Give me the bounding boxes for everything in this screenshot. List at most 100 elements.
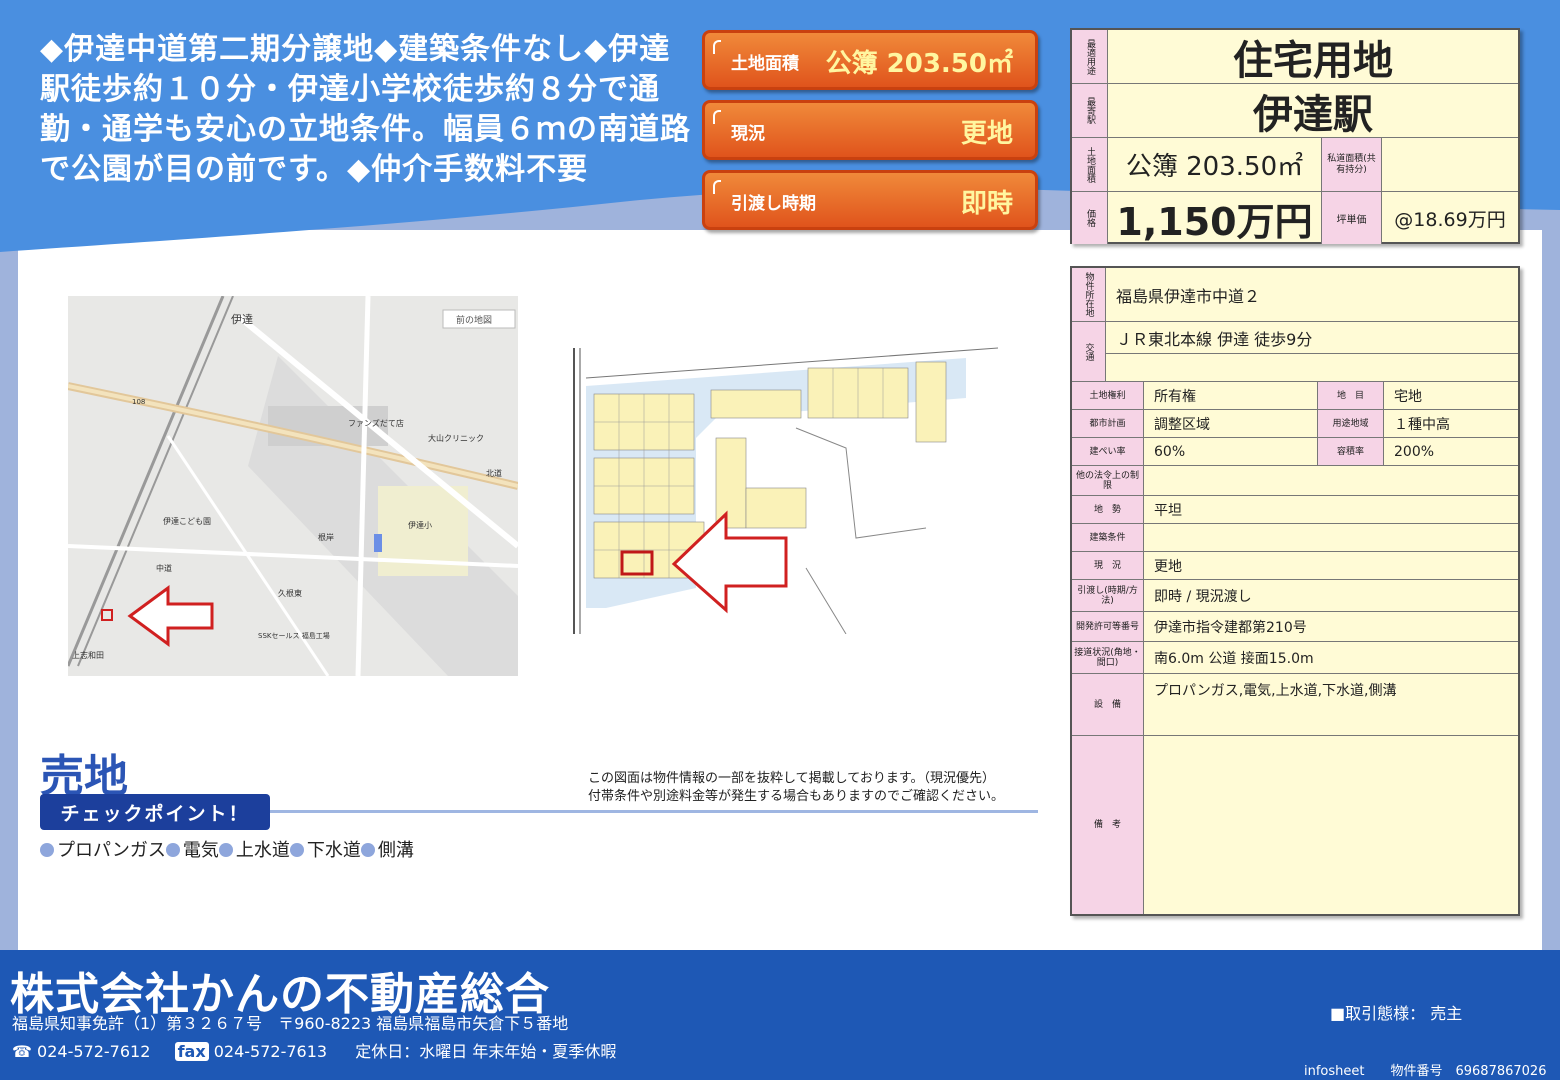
bullet-dot-icon: [360, 843, 375, 857]
city-plan-label: 都市計画: [1072, 410, 1144, 438]
transport-value: ＪＲ東北本線 伊達 徒歩9分: [1106, 322, 1518, 354]
subdivision-plan: [546, 338, 998, 634]
transport-label: 交通: [1072, 322, 1106, 382]
other-law-label: 他の法令上の制限: [1072, 466, 1144, 496]
status-value: 更地: [1144, 552, 1518, 580]
price-label: 価格: [1072, 192, 1108, 244]
permit-label: 開発許可等番号: [1072, 612, 1144, 642]
badge-label: 引渡し時期: [731, 194, 816, 214]
map-nursery-label: 伊達こども園: [163, 516, 211, 526]
check-item: 下水道: [289, 840, 361, 861]
status-label: 現 況: [1072, 552, 1144, 580]
badge-corner-mark: [713, 40, 721, 54]
zoning-value: １種中高: [1384, 410, 1518, 438]
phone-number: 024-572-7612: [37, 1042, 151, 1061]
area-map: 前の地図 伊達 ファンズだて店 大山クリニック 伊達小 伊達こども園 中道 久根…: [68, 296, 518, 676]
badge-corner-mark: [713, 180, 721, 194]
build-cond-value: [1144, 524, 1518, 552]
map-north-label: 北道: [486, 468, 502, 478]
map-clinic-label: 大山クリニック: [428, 433, 484, 443]
tsubo-label: 坪単価: [1322, 192, 1382, 244]
price-value: 1,150万円: [1108, 192, 1322, 244]
badge-land-area: 土地面積 公簿 203.50㎡: [702, 30, 1038, 90]
badge-value: 更地: [960, 119, 1013, 149]
map-store-label: ファンズだて店: [348, 418, 404, 428]
map-route-label: 108: [132, 398, 145, 406]
headline-text: ◆伊達中道第二期分譲地◆建築条件なし◆伊達駅徒歩約１０分・伊達小学校徒歩約８分で…: [40, 32, 691, 187]
holiday-info: 定休日：水曜日 年末年始・夏季休暇: [355, 1042, 617, 1061]
summary-table: 最適用途 住宅用地 最寄駅 伊達駅 土地面積 公簿 203.50㎡ 私道面積(共…: [1070, 28, 1520, 244]
map-area-label: 根岸: [318, 532, 334, 542]
handover-value: 即時 / 現況渡し: [1144, 580, 1518, 612]
details-table: 物件所在地 福島県伊達市中道２ 交通 ＪＲ東北本線 伊達 徒歩9分 土地権利 所…: [1070, 266, 1520, 916]
rights-label: 土地権利: [1072, 382, 1144, 410]
road-label: 接道状況(角地・間口): [1072, 642, 1144, 674]
location-label: 物件所在地: [1072, 268, 1106, 322]
bullet-dot-icon: [218, 843, 233, 857]
license-address: 福島県知事免許（1）第３２６７号 〒960-8223 福島県福島市矢倉下５番地: [12, 1014, 569, 1033]
station-label: 最寄駅: [1072, 84, 1108, 138]
station-value: 伊達駅: [1108, 84, 1518, 138]
facility-label: 設 備: [1072, 674, 1144, 736]
build-cond-label: 建築条件: [1072, 524, 1144, 552]
checkpoint-list: プロパンガス 電気 上水道 下水道 側溝: [40, 836, 414, 862]
zoning-label: 用途地域: [1318, 410, 1384, 438]
private-road-value: [1382, 138, 1518, 192]
check-item: 上水道: [218, 840, 290, 861]
area-label: 土地面積: [1072, 138, 1108, 192]
bcr-value: 60%: [1144, 438, 1318, 466]
bullet-dot-icon: [165, 843, 180, 857]
check-item: 電気: [165, 840, 219, 861]
location-value: 福島県伊達市中道２: [1106, 268, 1518, 322]
badge-label: 土地面積: [731, 54, 799, 74]
terrain-label: 地 勢: [1072, 496, 1144, 524]
disclaimer-note: この図面は物件情報の一部を抜粋して掲載しております。（現況優先） 付帯条件や別途…: [588, 770, 1004, 806]
check-item: 側溝: [360, 840, 414, 861]
phone-icon: ☎: [12, 1042, 32, 1061]
permit-value: 伊達市指令建都第210号: [1144, 612, 1518, 642]
transaction-type: ■取引態様： 売主: [1330, 1004, 1463, 1023]
badge-value: 公簿 203.50㎡: [825, 49, 1013, 79]
transport-extra: [1106, 354, 1518, 382]
road-value: 南6.0m 公道 接面15.0m: [1144, 642, 1518, 674]
city-plan-value: 調整区域: [1144, 410, 1318, 438]
fax-icon: fax: [174, 1042, 209, 1061]
map-area-label: 久根東: [278, 588, 302, 598]
map-school-label: 伊達小: [408, 520, 432, 530]
disclaimer-line: 付帯条件や別途料金等が発生する場合もありますのでご確認ください。: [588, 789, 1005, 804]
chimoku-value: 宅地: [1384, 382, 1518, 410]
far-value: 200%: [1384, 438, 1518, 466]
remarks-value: [1144, 736, 1518, 914]
map-area-label: 中道: [156, 563, 172, 573]
badge-label: 現況: [731, 124, 765, 144]
use-label: 最適用途: [1072, 30, 1108, 84]
chimoku-label: 地 目: [1318, 382, 1384, 410]
private-road-label: 私道面積(共有持分): [1322, 138, 1382, 192]
handover-label: 引渡し(時期/方法): [1072, 580, 1144, 612]
badge-corner-mark: [713, 110, 721, 124]
rights-value: 所有権: [1144, 382, 1318, 410]
bullet-dot-icon: [40, 843, 54, 857]
checkpoint-badge: チェックポイント！: [40, 794, 270, 830]
terrain-value: 平坦: [1144, 496, 1518, 524]
fax-number: 024-572-7613: [213, 1042, 328, 1061]
use-value: 住宅用地: [1108, 30, 1518, 84]
contact-line: ☎ 024-572-7612 fax 024-572-7613 定休日：水曜日 …: [12, 1038, 616, 1062]
map-area-label: 上志和田: [72, 650, 104, 660]
map-station-label: 伊達: [231, 313, 253, 326]
tsubo-value: @18.69万円: [1394, 208, 1506, 231]
map-factory-label: SSKセールス 福島工場: [258, 631, 330, 640]
badge-handover: 引渡し時期 即時: [702, 170, 1038, 230]
badge-status: 現況 更地: [702, 100, 1038, 160]
bullet-dot-icon: [289, 843, 304, 857]
map-back-label: 前の地図: [456, 314, 492, 326]
remarks-label: 備 考: [1072, 736, 1144, 914]
property-number: infosheet 物件番号 69687867026: [1304, 1064, 1547, 1079]
facility-value: プロパンガス,電気,上水道,下水道,側溝: [1144, 674, 1518, 736]
far-label: 容積率: [1318, 438, 1384, 466]
check-item: プロパンガス: [40, 840, 166, 861]
company-footer: 株式会社かんの不動産総合 福島県知事免許（1）第３２６７号 〒960-8223 …: [0, 950, 1560, 1080]
other-law-value: [1144, 466, 1518, 496]
bcr-label: 建ぺい率: [1072, 438, 1144, 466]
area-value: 公簿 203.50㎡: [1108, 138, 1322, 192]
